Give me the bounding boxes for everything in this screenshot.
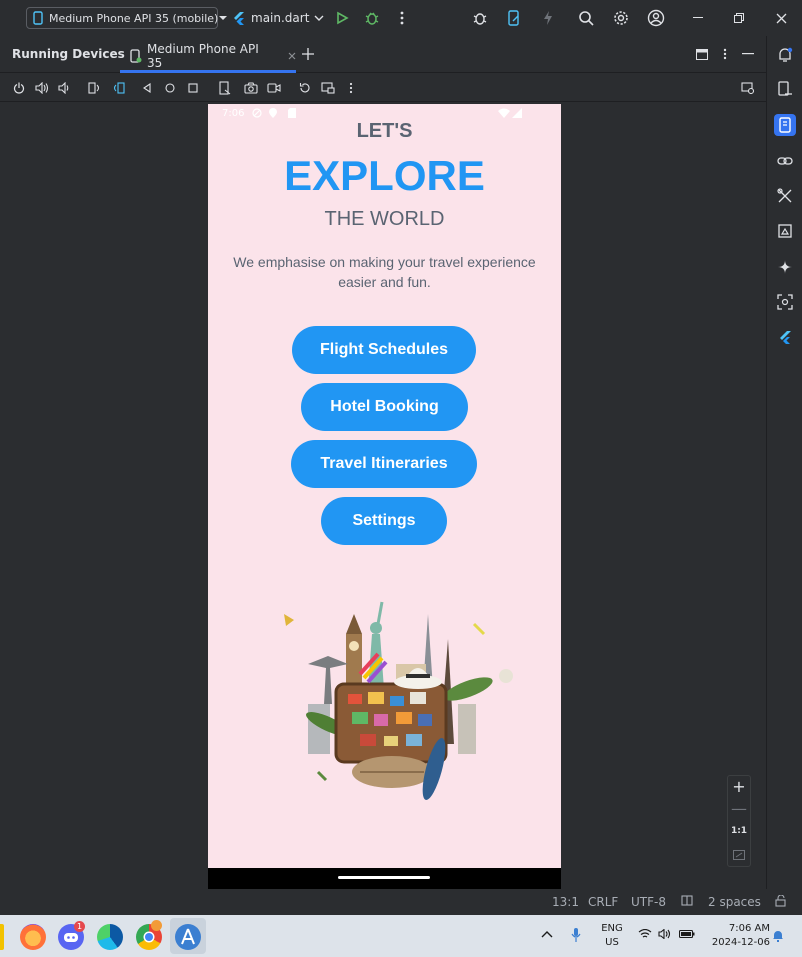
reset-icon[interactable] — [296, 79, 314, 97]
account-icon[interactable] — [646, 8, 666, 28]
explore-heading: EXPLORE — [284, 152, 485, 199]
more-options-icon[interactable] — [342, 79, 360, 97]
tab-close-icon[interactable] — [288, 52, 296, 60]
back-icon[interactable] — [138, 79, 156, 97]
phone-screen: 7:06 LET'S EXPLORE THE WORLD We emphasis… — [208, 104, 561, 889]
rotate-left-icon[interactable] — [86, 79, 104, 97]
camera-icon[interactable] — [242, 79, 260, 97]
phone-icon — [33, 11, 43, 25]
language-code: ENG — [601, 923, 623, 934]
screen-settings-icon[interactable] — [739, 79, 757, 97]
fold-icon[interactable] — [216, 79, 234, 97]
zoom-in-button[interactable]: + — [728, 778, 750, 796]
travel-landmarks-illustration — [284, 601, 513, 800]
debug-icon[interactable] — [362, 8, 382, 28]
record-video-icon[interactable] — [265, 79, 283, 97]
app-inspection-icon[interactable] — [774, 291, 796, 313]
location-icon — [268, 108, 278, 118]
edge-icon[interactable] — [97, 924, 123, 950]
device-selector-label: Medium Phone API 35 (mobile) — [49, 11, 219, 25]
indent-setting[interactable]: 2 spaces — [708, 895, 761, 909]
tools-icon[interactable] — [774, 185, 796, 207]
rotate-right-icon[interactable] — [109, 79, 127, 97]
tab-options-icon[interactable] — [715, 44, 735, 64]
lock-icon[interactable] — [775, 895, 787, 907]
more-vertical-icon[interactable] — [392, 8, 412, 28]
file-encoding[interactable]: UTF-8 — [631, 895, 666, 909]
hide-panel-icon[interactable] — [738, 44, 758, 64]
signal-icon — [512, 108, 522, 118]
zoom-out-button[interactable]: — — [728, 800, 750, 818]
link-icon[interactable] — [774, 150, 796, 172]
power-icon[interactable] — [10, 79, 28, 97]
cursor-position[interactable]: 13:1 — [552, 895, 579, 909]
chevron-down-icon — [218, 14, 228, 22]
settings-button[interactable]: Settings — [321, 497, 447, 545]
travel-itineraries-button[interactable]: Travel Itineraries — [291, 440, 477, 488]
world-heading: THE WORLD — [324, 208, 445, 230]
firefox-icon[interactable] — [20, 924, 46, 950]
wifi-icon — [498, 108, 510, 118]
show-hidden-icons-chevron-icon[interactable] — [541, 930, 553, 938]
chevron-down-icon — [314, 14, 324, 22]
clock-time: 7:06 AM — [728, 923, 770, 934]
discord-notification-badge: 1 — [74, 921, 85, 932]
gemini-icon[interactable] — [774, 256, 796, 278]
phone-status-time: 7:06 — [222, 108, 245, 119]
run-icon[interactable] — [332, 8, 352, 28]
flutter-icon — [232, 11, 246, 25]
run-config-selector[interactable]: main.dart — [232, 7, 324, 29]
read-only-doc-icon[interactable] — [681, 895, 693, 907]
file-explorer-icon[interactable] — [0, 924, 4, 950]
device-manager-icon[interactable] — [774, 78, 796, 100]
gear-icon[interactable] — [611, 8, 631, 28]
layout-inspector-icon[interactable] — [774, 220, 796, 242]
hotel-booking-button[interactable]: Hotel Booking — [301, 383, 468, 431]
chrome-profile-badge — [151, 920, 162, 931]
gesture-handle[interactable] — [338, 876, 430, 879]
android-studio-icon[interactable] — [175, 924, 201, 950]
search-icon[interactable] — [576, 8, 596, 28]
close-icon[interactable] — [771, 8, 791, 28]
add-tab-icon[interactable] — [298, 44, 318, 64]
bug-settings-icon[interactable] — [470, 8, 490, 28]
restore-icon[interactable] — [729, 8, 749, 28]
region-code: US — [605, 937, 619, 948]
lets-heading: LET'S — [356, 120, 413, 142]
home-icon[interactable] — [161, 79, 179, 97]
device-selector-dropdown[interactable]: Medium Phone API 35 (mobile) — [26, 7, 228, 29]
tab-medium-phone[interactable]: Medium Phone API 35 — [120, 38, 296, 73]
flutter-inspector-icon[interactable] — [774, 326, 796, 348]
device-tab-icon — [130, 48, 142, 63]
system-clock[interactable]: 7:06 AM 2024-12-06 — [700, 922, 770, 950]
speaker-tray-icon[interactable] — [658, 929, 672, 939]
minimize-icon[interactable] — [688, 8, 708, 28]
microphone-icon[interactable] — [571, 928, 581, 942]
window-layout-icon[interactable] — [692, 44, 712, 64]
flight-schedules-button[interactable]: Flight Schedules — [292, 326, 476, 374]
tab-label: Medium Phone API 35 — [147, 41, 259, 70]
lightning-icon[interactable] — [538, 8, 558, 28]
notifications-icon[interactable] — [774, 44, 796, 66]
notification-bell-icon[interactable] — [772, 929, 784, 942]
wifi-tray-icon[interactable] — [638, 929, 652, 939]
dnd-icon — [252, 108, 262, 118]
line-separator[interactable]: CRLF — [588, 895, 618, 909]
volume-down-icon[interactable] — [55, 79, 73, 97]
sd-card-icon — [288, 108, 296, 118]
run-config-label: main.dart — [251, 11, 310, 25]
input-language[interactable]: ENG US — [598, 922, 626, 950]
running-devices-title: Running Devices — [12, 47, 125, 61]
volume-up-icon[interactable] — [33, 79, 51, 97]
zoom-actual-size-button[interactable]: 1:1 — [728, 826, 750, 840]
running-devices-icon[interactable] — [774, 114, 796, 136]
fit-screen-icon[interactable] — [733, 850, 745, 860]
tagline-text: We emphasise on making your travel exper… — [233, 254, 536, 290]
device-edit-icon[interactable] — [504, 8, 524, 28]
active-tab-indicator — [120, 70, 296, 73]
clock-date: 2024-12-06 — [711, 937, 770, 948]
battery-tray-icon[interactable] — [679, 929, 695, 939]
mirror-input-icon[interactable] — [319, 79, 337, 97]
overview-icon[interactable] — [184, 79, 202, 97]
